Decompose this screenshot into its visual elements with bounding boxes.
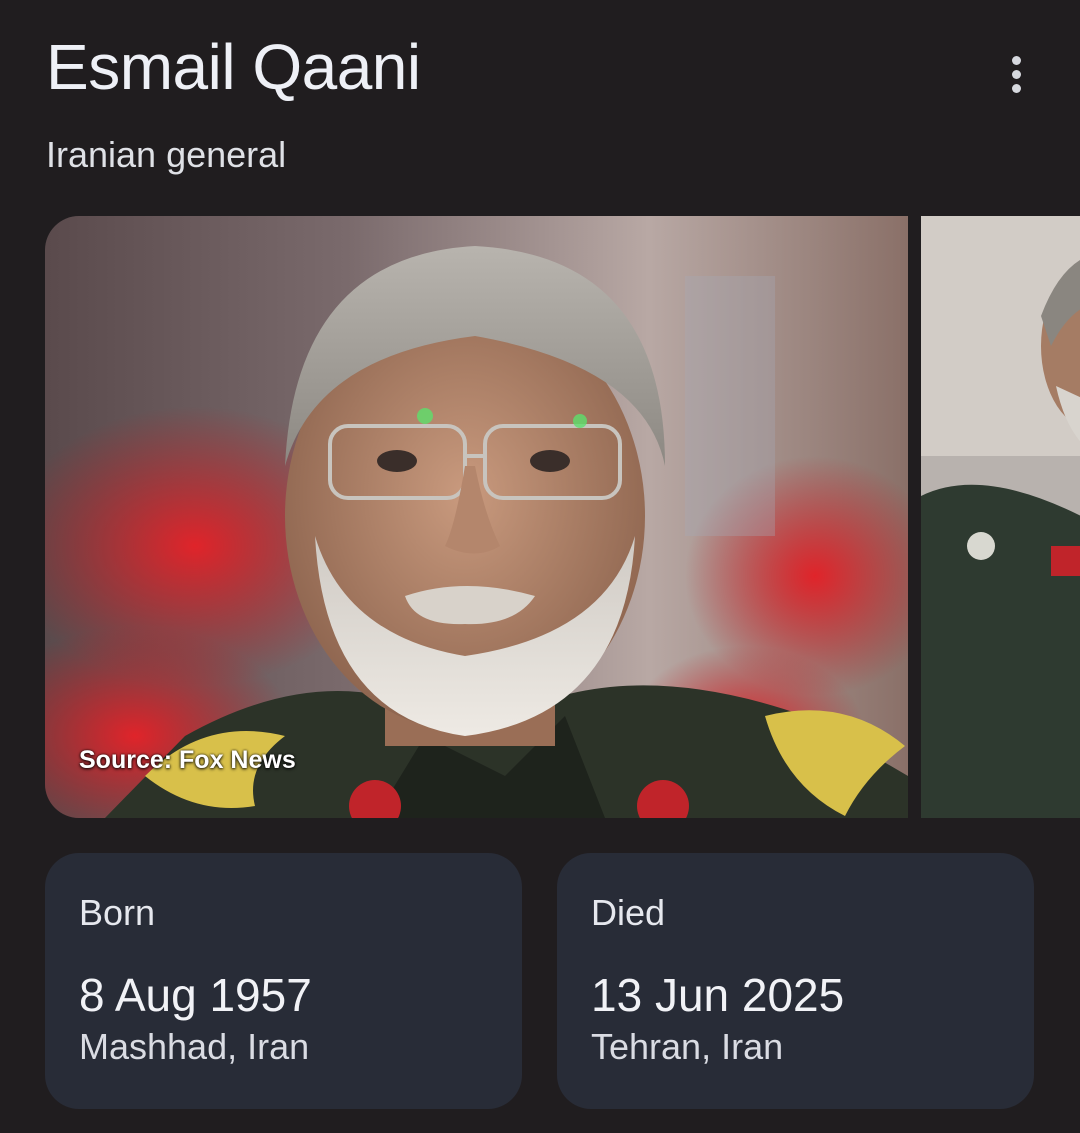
died-place: Tehran, Iran xyxy=(591,1026,784,1067)
more-options-button[interactable] xyxy=(992,50,1040,98)
portrait-image[interactable]: Source: Fox News xyxy=(45,216,908,818)
image-carousel[interactable]: Source: Fox News xyxy=(45,216,1080,818)
born-label: Born xyxy=(79,892,156,933)
image-source-label: Source: Fox News xyxy=(79,746,296,774)
more-vert-icon xyxy=(1011,55,1021,65)
knowledge-panel: Esmail Qaani Iranian general Source: Fox… xyxy=(0,0,1080,1133)
more-vert-icon-dot xyxy=(1011,69,1021,79)
died-date: 13 Jun 2025 xyxy=(591,969,845,1021)
born-place: Mashhad, Iran xyxy=(79,1026,310,1067)
second-photo xyxy=(921,216,1080,818)
born-date: 8 Aug 1957 xyxy=(79,969,312,1021)
entity-title: Esmail Qaani xyxy=(46,31,421,103)
born-card[interactable]: Born 8 Aug 1957 Mashhad, Iran xyxy=(45,853,522,1109)
died-card[interactable]: Died 13 Jun 2025 Tehran, Iran xyxy=(557,853,1034,1109)
more-vert-icon-dot xyxy=(1011,83,1021,93)
portrait-photo xyxy=(45,216,908,818)
entity-subtitle: Iranian general xyxy=(46,134,287,175)
second-image[interactable] xyxy=(921,216,1080,818)
died-label: Died xyxy=(591,892,666,933)
